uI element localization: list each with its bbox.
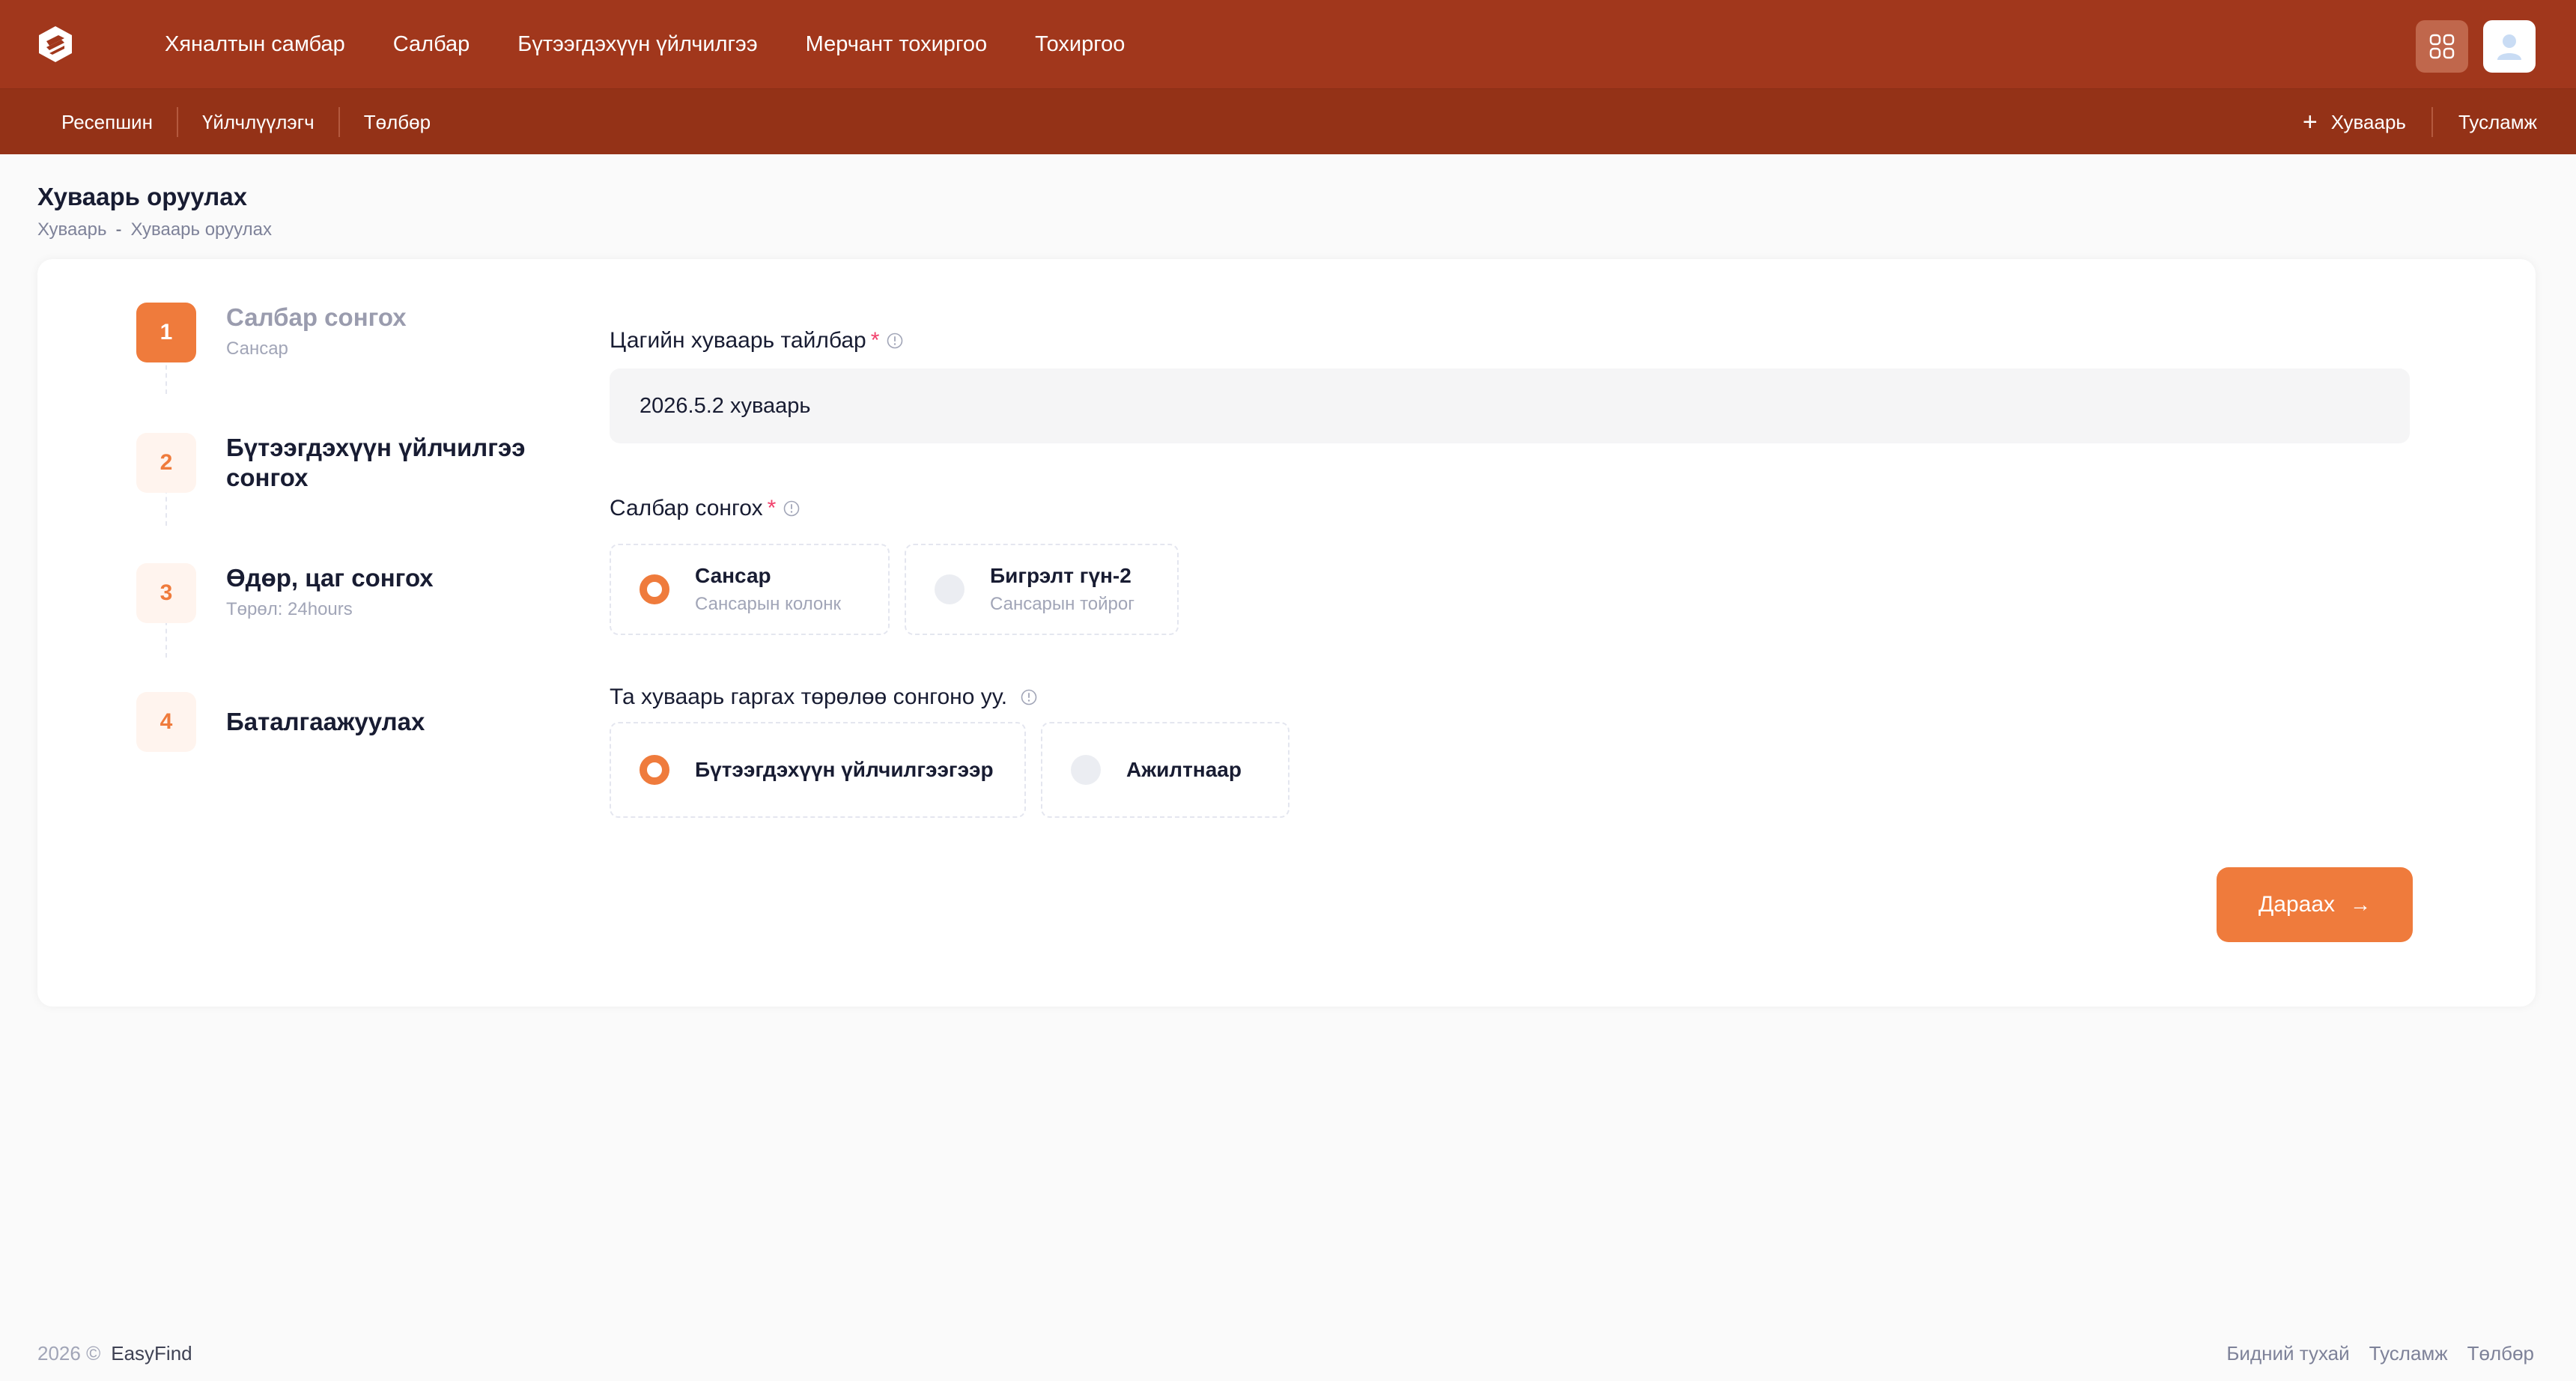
info-icon[interactable]: [783, 500, 800, 517]
apps-button[interactable]: [2416, 20, 2468, 73]
user-icon: [2497, 34, 2521, 60]
option-title: Бигрэлт гүн-2: [990, 564, 1131, 587]
nav-merchant-settings[interactable]: Мерчант тохиргоо: [806, 32, 987, 57]
arrow-right-icon: →: [2350, 893, 2372, 916]
copyright-text: 2026 ©: [37, 1342, 101, 1365]
radio-unselected[interactable]: [1071, 755, 1101, 785]
avatar-button[interactable]: [2483, 20, 2536, 73]
sub-header: Ресепшин Үйлчлүүлэгч Төлбөр + Хуваарь Ту…: [0, 88, 2576, 154]
step-title: Өдөр, цаг сонгох: [226, 564, 434, 592]
nav-settings[interactable]: Тохиргоо: [1035, 32, 1125, 57]
type-label-text: Та хуваарь гаргах төрөлөө сонгоно уу.: [610, 685, 1008, 709]
option-title: Бүтээгдэхүүн үйлчилгээгээр: [695, 758, 994, 781]
step-3[interactable]: 3 Өдөр, цаг сонгох Төрөл: 24hours: [136, 563, 434, 623]
option-subtitle: Сансарын тойрог: [990, 594, 1134, 614]
branch-option-sansar[interactable]: Сансар Сансарын колонк: [610, 544, 890, 635]
step-1[interactable]: 1 Салбар сонгох Сансар: [136, 303, 407, 362]
branch-label-text: Салбар сонгох: [610, 496, 763, 520]
option-subtitle: Сансарын колонк: [695, 594, 842, 614]
footer-copyright: 2026 © EasyFind: [37, 1342, 192, 1365]
step-number: 4: [136, 692, 196, 752]
description-label-text: Цагийн хуваарь тайлбар: [610, 328, 866, 353]
breadcrumb: Хуваарь - Хуваарь оруулах: [37, 219, 272, 240]
step-title: Баталгаажуулах: [226, 708, 425, 735]
easyfind-logo-icon[interactable]: [36, 25, 75, 64]
sub-nav: Ресепшин Үйлчлүүлэгч Төлбөр: [37, 89, 455, 155]
step-title-line2: сонгох: [226, 464, 309, 491]
required-mark: *: [767, 496, 777, 520]
step-number: 1: [136, 303, 196, 362]
footer-links: Бидний тухай Тусламж Төлбөр: [2207, 1342, 2534, 1365]
step-title: Бүтээгдэхүүн үйлчилгээ: [226, 434, 526, 461]
info-icon[interactable]: [1021, 689, 1037, 705]
breadcrumb-separator: -: [115, 219, 122, 240]
description-input[interactable]: [610, 368, 2410, 443]
step-subtitle: Сансар: [226, 339, 288, 359]
branch-option-bigrelt[interactable]: Бигрэлт гүн-2 Сансарын тойрог: [905, 544, 1179, 635]
page-title: Хуваарь оруулах: [37, 183, 247, 210]
type-label: Та хуваарь гаргах төрөлөө сонгоно уу.: [610, 685, 1037, 710]
step-subtitle: Төрөл: 24hours: [226, 599, 353, 619]
radio-selected[interactable]: [640, 755, 669, 785]
info-icon[interactable]: [887, 333, 903, 349]
subnav-reception[interactable]: Ресепшин: [37, 111, 177, 134]
breadcrumb-current: Хуваарь оруулах: [130, 219, 272, 240]
footer-brand-link[interactable]: EasyFind: [111, 1342, 192, 1365]
schedule-form-card: 1 Салбар сонгох Сансар 2 Бүтээгдэхүүн үй…: [37, 259, 2536, 1007]
subnav-customer[interactable]: Үйлчлүүлэгч: [178, 111, 338, 134]
main-nav: Хяналтын самбар Салбар Бүтээгдэхүүн үйлч…: [165, 0, 1173, 88]
radio-selected[interactable]: [640, 574, 669, 604]
add-schedule-button[interactable]: + Хуваарь: [2277, 109, 2431, 135]
step-title: Салбар сонгох: [226, 303, 407, 331]
footer-about-link[interactable]: Бидний тухай: [2226, 1342, 2349, 1365]
sub-nav-right: + Хуваарь Тусламж: [2277, 89, 2537, 155]
help-link[interactable]: Тусламж: [2433, 111, 2537, 134]
next-button-label: Дараах: [2258, 892, 2336, 917]
nav-products-services[interactable]: Бүтээгдэхүүн үйлчилгээ: [517, 32, 757, 57]
type-option-products[interactable]: Бүтээгдэхүүн үйлчилгээгээр: [610, 722, 1026, 818]
footer-help-link[interactable]: Тусламж: [2369, 1342, 2448, 1365]
branch-label: Салбар сонгох *: [610, 496, 800, 521]
footer-payment-link[interactable]: Төлбөр: [2467, 1342, 2534, 1365]
nav-dashboard[interactable]: Хяналтын самбар: [165, 32, 345, 57]
next-button[interactable]: Дараах →: [2217, 867, 2413, 942]
option-title: Ажилтнаар: [1126, 758, 1242, 781]
radio-unselected[interactable]: [935, 574, 965, 604]
plus-icon: +: [2302, 108, 2318, 136]
nav-branch[interactable]: Салбар: [393, 32, 470, 57]
option-title: Сансар: [695, 564, 771, 587]
required-mark: *: [870, 328, 880, 353]
add-schedule-label: Хуваарь: [2330, 110, 2406, 133]
step-2[interactable]: 2 Бүтээгдэхүүн үйлчилгээ сонгох: [136, 433, 525, 493]
grid-icon: [2429, 34, 2455, 59]
type-option-employee[interactable]: Ажилтнаар: [1041, 722, 1289, 818]
step-number: 2: [136, 433, 196, 493]
step-4[interactable]: 4 Баталгаажуулах: [136, 692, 425, 752]
breadcrumb-schedule[interactable]: Хуваарь: [37, 219, 107, 240]
top-header: Хяналтын самбар Салбар Бүтээгдэхүүн үйлч…: [0, 0, 2576, 88]
description-label: Цагийн хуваарь тайлбар *: [610, 328, 903, 353]
subnav-payment[interactable]: Төлбөр: [340, 111, 455, 134]
step-number: 3: [136, 563, 196, 623]
